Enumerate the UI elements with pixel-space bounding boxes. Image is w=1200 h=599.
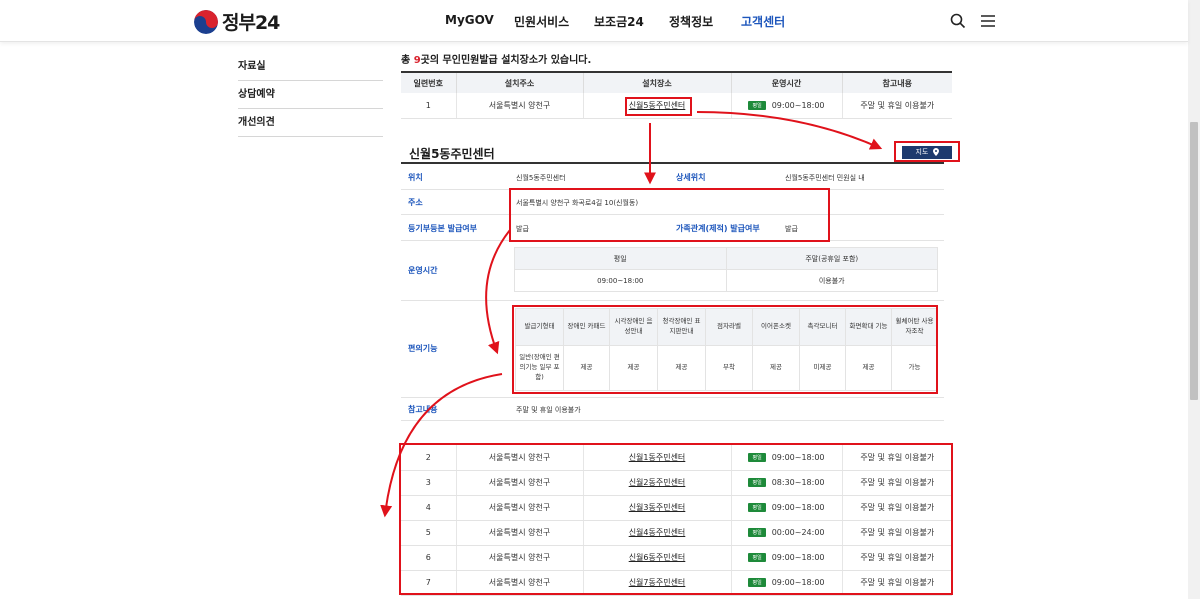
col-header: 운영시간 [730,72,842,93]
summary-prefix: 총 [401,55,414,66]
nav-subsidy24[interactable]: 보조금24 [594,13,644,30]
annotation-box-place [625,97,692,116]
location-value: 신월5동주민센터 [516,174,566,182]
global-nav: MyGOV 민원서비스 보조금24 정책정보 고객센터 [0,13,1188,31]
annotation-box-map [894,141,960,162]
result-summary: 총 9곳의 무인민원발급 설치장소가 있습니다. [401,51,591,66]
detail-location-label: 상세위치 [676,173,706,182]
hours-header-weekend: 주말(공휴일 포함) [725,247,938,270]
row-time: 09:00~18:00 [771,100,825,110]
search-icon[interactable] [949,12,967,30]
annotation-box-address [509,188,830,242]
scrollbar[interactable] [1188,0,1200,599]
sidebar-item-feedback[interactable]: 개선의견 [238,109,383,137]
divider [401,162,944,164]
row-note: 주말 및 휴일 이용불가 [841,93,952,119]
note-value: 주말 및 휴일 이용불가 [516,406,581,414]
hours-value-weekend: 이용불가 [725,269,938,292]
weekday-badge: 평일 [748,100,766,110]
nav-mygov[interactable]: MyGOV [445,13,494,27]
nav-customer-center[interactable]: 고객센터 [741,13,785,30]
hours-header-weekday: 평일 [514,247,727,270]
arrow-address-to-facility [485,229,511,355]
nav-policy-info[interactable]: 정책정보 [669,13,713,30]
summary-suffix: 곳의 무인민원발급 설치장소가 있습니다. [420,55,592,66]
hours-value-weekday: 09:00~18:00 [514,269,727,292]
menu-icon[interactable] [979,12,997,30]
hours-label: 운영시간 [408,266,438,275]
facility-label: 편의기능 [408,344,438,353]
col-header: 참고내용 [841,72,952,93]
nav-civil-service[interactable]: 민원서비스 [514,13,569,30]
row-number: 1 [401,93,456,119]
divider [401,397,944,398]
sidebar-item-archive[interactable]: 자료실 [238,53,383,81]
summary-count: 9 [413,55,421,66]
row-address: 서울특별시 양천구 [455,93,583,119]
divider [401,300,944,301]
scrollbar-thumb[interactable] [1190,122,1198,400]
table-header-row: 일련번호 설치주소 설치장소 운영시간 참고내용 [401,72,952,93]
annotation-box-list [399,443,953,595]
registry-label: 등기부등본 발급여부 [408,224,478,233]
col-header: 설치주소 [455,72,583,93]
detail-title: 신월5동주민센터 [409,147,495,161]
annotation-box-facility [512,305,938,394]
hours-table: 평일 주말(공휴일 포함) 09:00~18:00 이용불가 [514,247,938,292]
row-hours: 평일 09:00~18:00 [730,93,842,119]
sidebar-item-consult-reservation[interactable]: 상담예약 [238,81,383,109]
col-header: 설치장소 [582,72,731,93]
location-label: 위치 [408,173,423,182]
col-header: 일련번호 [401,72,456,93]
site-header: 정부24 MyGOV 민원서비스 보조금24 정책정보 고객센터 [0,0,1188,42]
divider [401,420,944,421]
sidebar: 자료실 상담예약 개선의견 [238,50,383,137]
note-label: 참고내용 [408,405,438,414]
address-label: 주소 [408,198,423,207]
detail-location-value: 신월5동주민센터 민원실 내 [785,174,865,182]
